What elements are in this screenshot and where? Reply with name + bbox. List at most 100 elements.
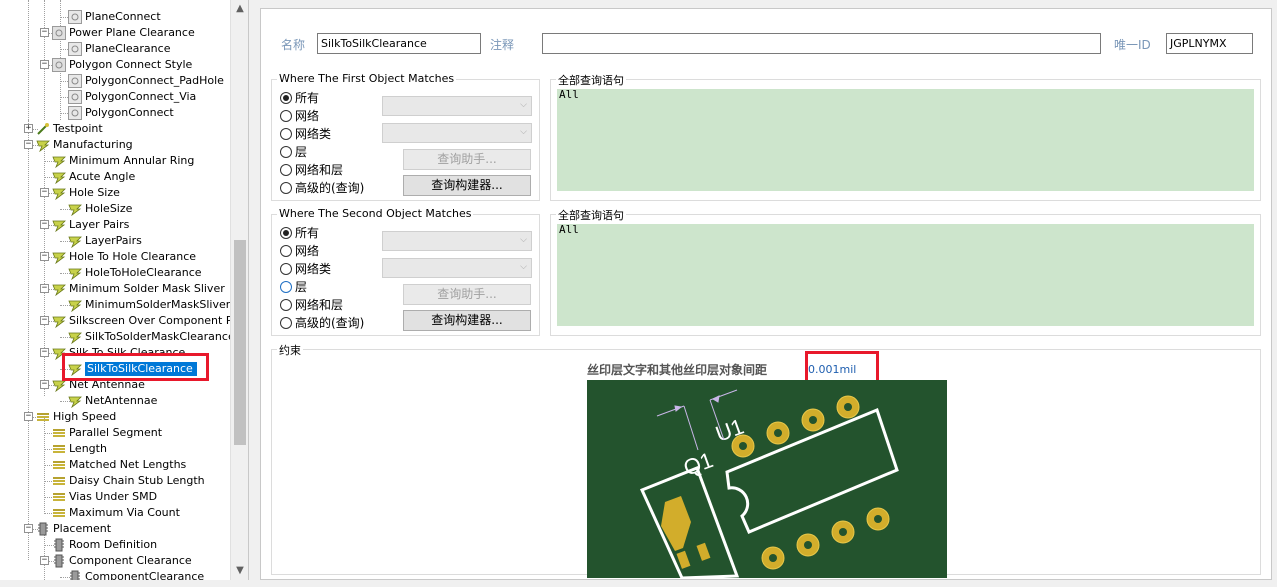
tree-item[interactable]: PolygonConnect_PadHole <box>0 73 230 89</box>
tree-item[interactable]: − Placement <box>0 521 230 537</box>
radio-label: 网络类 <box>295 262 332 276</box>
first-radio-layer[interactable]: 层 <box>280 144 307 162</box>
tree-item[interactable]: Matched Net Lengths <box>0 457 230 473</box>
collapse-icon[interactable]: − <box>40 284 49 293</box>
tree-item[interactable]: − Hole To Hole Clearance <box>0 249 230 265</box>
second-query-group: 全部查询语句 All <box>550 207 1261 336</box>
tree-item[interactable]: SilkToSolderMaskClearance <box>0 329 235 345</box>
rule-icon <box>68 266 82 281</box>
tree-item-label: Minimum Annular Ring <box>69 154 195 167</box>
first-netclass-combo[interactable]: ⌵ <box>382 123 532 143</box>
second-radio-advanced[interactable]: 高级的(查询) <box>280 315 364 333</box>
collapse-icon[interactable]: − <box>40 252 49 261</box>
second-net-combo[interactable]: ⌵ <box>382 231 532 251</box>
second-radio-net-class[interactable]: 网络类 <box>280 261 331 279</box>
manufacturing-icon <box>36 138 50 153</box>
second-query-title: 全部查询语句 <box>556 207 626 223</box>
collapse-icon[interactable]: − <box>24 412 33 421</box>
chevron-down-icon: ⌵ <box>520 262 527 272</box>
rule-icon <box>52 282 66 297</box>
collapse-icon[interactable]: − <box>24 524 33 533</box>
tree-item[interactable]: + Testpoint <box>0 121 230 137</box>
comment-field[interactable] <box>542 33 1101 54</box>
collapse-icon[interactable]: − <box>24 140 33 149</box>
name-label: 名称 <box>281 38 306 52</box>
first-query-builder-button[interactable]: 查询构建器... <box>403 175 531 196</box>
tree-item[interactable]: HoleSize <box>0 201 230 217</box>
first-radio-net-class[interactable]: 网络类 <box>280 126 331 144</box>
tree-scrollbar[interactable]: ▲ ▼ <box>230 0 248 580</box>
tree-item[interactable]: − Silkscreen Over Component Pads <box>0 313 248 329</box>
first-radio-net[interactable]: 网络 <box>280 108 319 126</box>
first-net-combo[interactable]: ⌵ <box>382 96 532 116</box>
chevron-down-icon: ⌵ <box>520 235 527 245</box>
second-radio-layer[interactable]: 层 <box>280 279 307 297</box>
tree-item[interactable]: PolygonConnect_Via <box>0 89 230 105</box>
collapse-icon[interactable]: − <box>40 380 49 389</box>
tree-item[interactable]: − Layer Pairs <box>0 217 230 233</box>
second-radio-net-and-layer[interactable]: 网络和层 <box>280 297 343 315</box>
tree-item[interactable]: − Hole Size <box>0 185 230 201</box>
second-radio-all[interactable]: 所有 <box>280 225 319 243</box>
first-radio-net-and-layer[interactable]: 网络和层 <box>280 162 343 180</box>
tree-item[interactable]: Maximum Via Count <box>0 505 230 521</box>
tree-item-label: PlaneConnect <box>85 10 161 23</box>
collapse-icon[interactable]: − <box>40 348 49 357</box>
first-radio-all[interactable]: 所有 <box>280 90 319 108</box>
collapse-icon[interactable]: − <box>40 556 49 565</box>
scroll-down-arrow-icon[interactable]: ▼ <box>231 562 248 580</box>
first-radio-advanced[interactable]: 高级的(查询) <box>280 180 364 198</box>
chevron-down-icon: ⌵ <box>520 127 527 137</box>
collapse-icon[interactable]: − <box>40 60 49 69</box>
collapse-icon[interactable]: − <box>40 28 49 37</box>
second-netclass-combo[interactable]: ⌵ <box>382 258 532 278</box>
tree-item-label: Hole Size <box>69 186 120 199</box>
collapse-icon[interactable]: − <box>40 316 49 325</box>
tree-item[interactable]: Parallel Segment <box>0 425 230 441</box>
second-query-helper-button[interactable]: 查询助手... <box>403 284 531 305</box>
second-radio-net[interactable]: 网络 <box>280 243 319 261</box>
uid-field[interactable]: JGPLNYMX <box>1166 33 1253 54</box>
tree-item[interactable]: LayerPairs <box>0 233 230 249</box>
name-field[interactable]: SilkToSilkClearance <box>317 33 481 54</box>
tree-item[interactable]: Room Definition <box>0 537 230 553</box>
tree-item[interactable]: Length <box>0 441 230 457</box>
second-query-builder-button[interactable]: 查询构建器... <box>403 310 531 331</box>
tree-item-label: NetAntennae <box>85 394 158 407</box>
tree-item-label: PlaneClearance <box>85 42 171 55</box>
collapse-icon[interactable]: − <box>40 220 49 229</box>
tree-item[interactable]: − Component Clearance <box>0 553 230 569</box>
radio-label: 所有 <box>295 226 320 240</box>
first-query-title: 全部查询语句 <box>556 72 626 88</box>
tree-item[interactable]: − Power Plane Clearance <box>0 25 230 41</box>
tree-item[interactable]: − High Speed <box>0 409 230 425</box>
tree-item[interactable]: PolygonConnect <box>0 105 230 121</box>
rule-tree[interactable]: PlaneConnect − Power Plane Clearance PlaneC… <box>0 0 249 580</box>
tree-item[interactable]: − Manufacturing <box>0 137 230 153</box>
tree-item[interactable]: − Minimum Solder Mask Sliver <box>0 281 230 297</box>
rule-category-icon <box>52 58 66 72</box>
tree-item[interactable]: MinimumSolderMaskSliver <box>0 297 230 313</box>
tree-item[interactable]: NetAntennae <box>0 393 230 409</box>
expand-icon[interactable]: + <box>24 124 33 133</box>
tree-item[interactable]: − Polygon Connect Style <box>0 57 230 73</box>
rule-item-icon <box>68 90 82 104</box>
tree-item[interactable]: Minimum Annular Ring <box>0 153 230 169</box>
first-query-text[interactable]: All <box>557 89 1254 191</box>
tree-item[interactable]: PlaneClearance <box>0 41 230 57</box>
second-query-text[interactable]: All <box>557 224 1254 326</box>
tree-item[interactable]: Acute Angle <box>0 169 230 185</box>
collapse-icon[interactable]: − <box>40 188 49 197</box>
rule-icon <box>52 314 66 329</box>
tree-item[interactable]: Daisy Chain Stub Length <box>0 473 230 489</box>
tree-item[interactable]: ComponentClearance <box>0 569 230 580</box>
rule-item-icon <box>68 74 82 88</box>
scroll-thumb[interactable] <box>234 240 246 445</box>
first-query-helper-button[interactable]: 查询助手... <box>403 149 531 170</box>
tree-item[interactable]: PlaneConnect <box>0 9 230 25</box>
radio-icon <box>280 110 292 122</box>
tree-item[interactable]: HoleToHoleClearance <box>0 265 230 281</box>
scroll-up-arrow-icon[interactable]: ▲ <box>231 0 248 18</box>
tree-item[interactable]: Vias Under SMD <box>0 489 230 505</box>
tree-item-label: Maximum Via Count <box>69 506 180 519</box>
